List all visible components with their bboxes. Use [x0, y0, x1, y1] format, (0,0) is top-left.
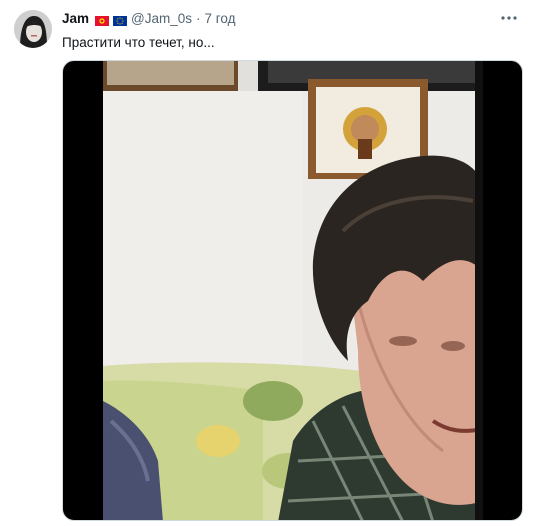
- tweet-header: Jam @Jam_0s · 7 год: [62, 11, 236, 27]
- tweet[interactable]: Jam @Jam_0s · 7 год Прастити что течет, …: [0, 0, 533, 526]
- tweet-video[interactable]: [62, 60, 523, 521]
- video-frame: [103, 61, 483, 520]
- tweet-text: Прастити что течет, но...: [62, 35, 215, 50]
- user-handle[interactable]: @Jam_0s: [131, 11, 192, 27]
- kyrgyzstan-flag-icon: [95, 14, 110, 26]
- tweet-timestamp[interactable]: 7 год: [205, 11, 236, 27]
- display-name[interactable]: Jam: [62, 11, 89, 27]
- eu-flag-icon: [113, 14, 128, 26]
- avatar[interactable]: [14, 10, 52, 48]
- separator-dot: ·: [196, 11, 201, 26]
- more-horizontal-icon[interactable]: [499, 9, 519, 27]
